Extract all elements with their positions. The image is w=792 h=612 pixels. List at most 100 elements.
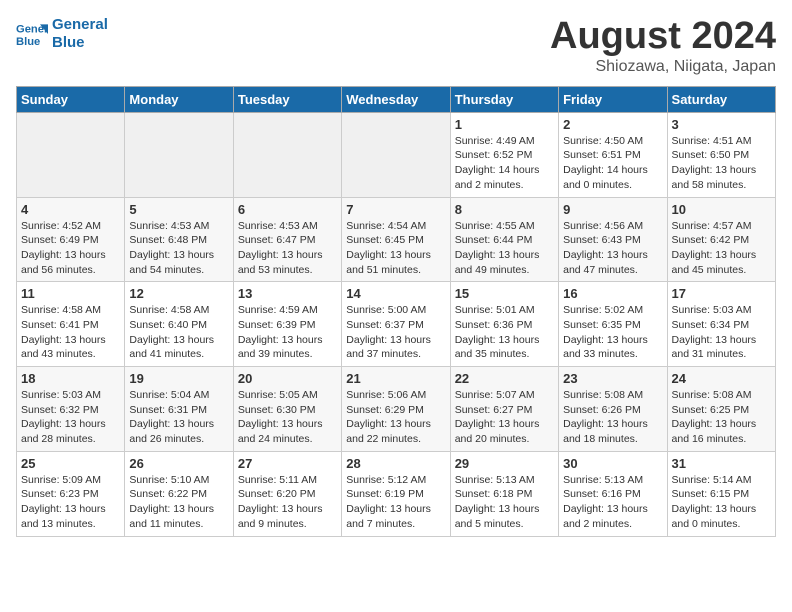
calendar-cell: 23 Sunrise: 5:08 AMSunset: 6:26 PMDayligh…	[559, 367, 667, 452]
day-number: 30	[563, 456, 662, 471]
calendar-cell: 31 Sunrise: 5:14 AMSunset: 6:15 PMDayligh…	[667, 451, 775, 536]
day-number: 17	[672, 286, 771, 301]
calendar-cell: 30 Sunrise: 5:13 AMSunset: 6:16 PMDayligh…	[559, 451, 667, 536]
day-number: 5	[129, 202, 228, 217]
calendar-cell: 9 Sunrise: 4:56 AMSunset: 6:43 PMDaylight…	[559, 197, 667, 282]
calendar-cell: 19Sunrise: 5:04 AMSunset: 6:31 PMDayligh…	[125, 367, 233, 452]
weekday-header-row: SundayMondayTuesdayWednesdayThursdayFrid…	[17, 86, 776, 112]
day-info: Sunrise: 5:13 AMSunset: 6:16 PMDaylight:…	[563, 473, 662, 532]
calendar-cell: 6Sunrise: 4:53 AMSunset: 6:47 PMDaylight…	[233, 197, 341, 282]
day-number: 22	[455, 371, 554, 386]
calendar-cell: 10 Sunrise: 4:57 AMSunset: 6:42 PMDayligh…	[667, 197, 775, 282]
day-info: Sunrise: 5:02 AMSunset: 6:35 PMDaylight:…	[563, 303, 662, 362]
weekday-header-tuesday: Tuesday	[233, 86, 341, 112]
calendar-cell: 18 Sunrise: 5:03 AMSunset: 6:32 PMDayligh…	[17, 367, 125, 452]
day-info: Sunrise: 5:05 AMSunset: 6:30 PMDaylight:…	[238, 388, 337, 447]
day-info: Sunrise: 4:56 AMSunset: 6:43 PMDaylight:…	[563, 219, 662, 278]
page-header: General Blue General Blue August 2024 Sh…	[16, 16, 776, 76]
calendar-cell: 20Sunrise: 5:05 AMSunset: 6:30 PMDayligh…	[233, 367, 341, 452]
weekday-header-monday: Monday	[125, 86, 233, 112]
day-number: 14	[346, 286, 445, 301]
calendar-week-1: 1Sunrise: 4:49 AMSunset: 6:52 PMDaylight…	[17, 112, 776, 197]
calendar-cell	[342, 112, 450, 197]
calendar-cell	[17, 112, 125, 197]
calendar-table: SundayMondayTuesdayWednesdayThursdayFrid…	[16, 86, 776, 537]
calendar-cell: 2 Sunrise: 4:50 AMSunset: 6:51 PMDaylight…	[559, 112, 667, 197]
calendar-main-title: August 2024	[550, 16, 776, 58]
day-number: 15	[455, 286, 554, 301]
day-info: Sunrise: 4:52 AMSunset: 6:49 PMDaylight:…	[21, 219, 120, 278]
day-info: Sunrise: 4:59 AMSunset: 6:39 PMDaylight:…	[238, 303, 337, 362]
day-number: 13	[238, 286, 337, 301]
calendar-cell: 5 Sunrise: 4:53 AMSunset: 6:48 PMDaylight…	[125, 197, 233, 282]
day-number: 26	[129, 456, 228, 471]
calendar-cell: 21 Sunrise: 5:06 AMSunset: 6:29 PMDayligh…	[342, 367, 450, 452]
calendar-cell: 7 Sunrise: 4:54 AMSunset: 6:45 PMDaylight…	[342, 197, 450, 282]
day-info: Sunrise: 4:58 AMSunset: 6:41 PMDaylight:…	[21, 303, 120, 362]
day-number: 9	[563, 202, 662, 217]
day-number: 4	[21, 202, 120, 217]
calendar-week-3: 11 Sunrise: 4:58 AMSunset: 6:41 PMDayligh…	[17, 282, 776, 367]
day-number: 11	[21, 286, 120, 301]
calendar-cell: 15 Sunrise: 5:01 AMSunset: 6:36 PMDayligh…	[450, 282, 558, 367]
weekday-header-friday: Friday	[559, 86, 667, 112]
day-number: 10	[672, 202, 771, 217]
logo: General Blue General Blue	[16, 16, 108, 52]
day-number: 21	[346, 371, 445, 386]
calendar-cell: 3Sunrise: 4:51 AMSunset: 6:50 PMDaylight…	[667, 112, 775, 197]
day-info: Sunrise: 5:12 AMSunset: 6:19 PMDaylight:…	[346, 473, 445, 532]
day-number: 31	[672, 456, 771, 471]
day-info: Sunrise: 5:00 AMSunset: 6:37 PMDaylight:…	[346, 303, 445, 362]
calendar-cell: 14 Sunrise: 5:00 AMSunset: 6:37 PMDayligh…	[342, 282, 450, 367]
calendar-cell: 25Sunrise: 5:09 AMSunset: 6:23 PMDayligh…	[17, 451, 125, 536]
weekday-header-wednesday: Wednesday	[342, 86, 450, 112]
calendar-cell: 11 Sunrise: 4:58 AMSunset: 6:41 PMDayligh…	[17, 282, 125, 367]
day-number: 7	[346, 202, 445, 217]
calendar-cell: 12 Sunrise: 4:58 AMSunset: 6:40 PMDayligh…	[125, 282, 233, 367]
day-info: Sunrise: 5:07 AMSunset: 6:27 PMDaylight:…	[455, 388, 554, 447]
calendar-cell: 13 Sunrise: 4:59 AMSunset: 6:39 PMDayligh…	[233, 282, 341, 367]
day-number: 2	[563, 117, 662, 132]
day-info: Sunrise: 5:08 AMSunset: 6:26 PMDaylight:…	[563, 388, 662, 447]
weekday-header-thursday: Thursday	[450, 86, 558, 112]
day-number: 8	[455, 202, 554, 217]
calendar-cell: 27 Sunrise: 5:11 AMSunset: 6:20 PMDayligh…	[233, 451, 341, 536]
day-number: 16	[563, 286, 662, 301]
calendar-week-2: 4 Sunrise: 4:52 AMSunset: 6:49 PMDaylight…	[17, 197, 776, 282]
day-info: Sunrise: 5:14 AMSunset: 6:15 PMDaylight:…	[672, 473, 771, 532]
calendar-cell: 28Sunrise: 5:12 AMSunset: 6:19 PMDayligh…	[342, 451, 450, 536]
calendar-cell	[125, 112, 233, 197]
day-number: 18	[21, 371, 120, 386]
day-info: Sunrise: 5:03 AMSunset: 6:32 PMDaylight:…	[21, 388, 120, 447]
day-number: 1	[455, 117, 554, 132]
day-info: Sunrise: 5:04 AMSunset: 6:31 PMDaylight:…	[129, 388, 228, 447]
day-number: 23	[563, 371, 662, 386]
day-number: 3	[672, 117, 771, 132]
calendar-cell: 4 Sunrise: 4:52 AMSunset: 6:49 PMDaylight…	[17, 197, 125, 282]
day-info: Sunrise: 4:57 AMSunset: 6:42 PMDaylight:…	[672, 219, 771, 278]
day-info: Sunrise: 5:11 AMSunset: 6:20 PMDaylight:…	[238, 473, 337, 532]
calendar-week-5: 25Sunrise: 5:09 AMSunset: 6:23 PMDayligh…	[17, 451, 776, 536]
day-number: 6	[238, 202, 337, 217]
weekday-header-saturday: Saturday	[667, 86, 775, 112]
day-info: Sunrise: 5:01 AMSunset: 6:36 PMDaylight:…	[455, 303, 554, 362]
day-number: 27	[238, 456, 337, 471]
day-info: Sunrise: 4:55 AMSunset: 6:44 PMDaylight:…	[455, 219, 554, 278]
logo-icon: General Blue	[16, 18, 48, 50]
day-info: Sunrise: 4:50 AMSunset: 6:51 PMDaylight:…	[563, 134, 662, 193]
calendar-cell: 1Sunrise: 4:49 AMSunset: 6:52 PMDaylight…	[450, 112, 558, 197]
day-number: 24	[672, 371, 771, 386]
day-info: Sunrise: 5:06 AMSunset: 6:29 PMDaylight:…	[346, 388, 445, 447]
day-number: 12	[129, 286, 228, 301]
calendar-cell: 29 Sunrise: 5:13 AMSunset: 6:18 PMDayligh…	[450, 451, 558, 536]
day-info: Sunrise: 5:13 AMSunset: 6:18 PMDaylight:…	[455, 473, 554, 532]
day-info: Sunrise: 4:58 AMSunset: 6:40 PMDaylight:…	[129, 303, 228, 362]
day-info: Sunrise: 5:03 AMSunset: 6:34 PMDaylight:…	[672, 303, 771, 362]
svg-text:Blue: Blue	[16, 36, 40, 48]
day-info: Sunrise: 4:53 AMSunset: 6:48 PMDaylight:…	[129, 219, 228, 278]
calendar-cell: 22 Sunrise: 5:07 AMSunset: 6:27 PMDayligh…	[450, 367, 558, 452]
day-number: 29	[455, 456, 554, 471]
weekday-header-sunday: Sunday	[17, 86, 125, 112]
calendar-cell: 26Sunrise: 5:10 AMSunset: 6:22 PMDayligh…	[125, 451, 233, 536]
day-info: Sunrise: 4:54 AMSunset: 6:45 PMDaylight:…	[346, 219, 445, 278]
